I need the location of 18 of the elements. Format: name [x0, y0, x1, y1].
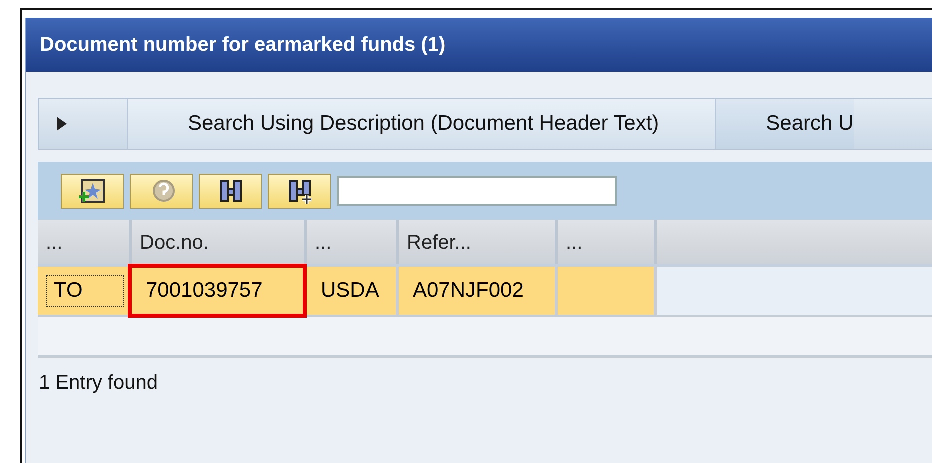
tab[interactable]: Search U — [715, 99, 854, 149]
table-row[interactable]: TO 7001039757 USDA A07NJF002 — [38, 267, 932, 317]
tab[interactable]: Search Using Description (Document Header Text) — [127, 99, 716, 149]
table-cell: USDA — [307, 267, 399, 315]
column-header[interactable]: Doc.no. — [132, 220, 307, 264]
window-title: Document number for earmarked funds (1) — [26, 18, 932, 72]
table-cell: A07NJF002 — [399, 267, 558, 315]
expand-arrow-icon[interactable] — [57, 117, 67, 131]
search-field[interactable] — [337, 176, 617, 206]
column-header[interactable]: ... — [307, 220, 399, 264]
column-header[interactable]: ... — [558, 220, 657, 264]
binoculars-plus-button[interactable] — [268, 174, 331, 208]
create-button[interactable] — [61, 174, 124, 208]
binoculars-button[interactable] — [199, 174, 262, 208]
help-button[interactable] — [130, 174, 193, 208]
column-header[interactable]: Refer... — [399, 220, 558, 264]
column-header[interactable]: ... — [38, 220, 132, 264]
status-text: 1 Entry found — [39, 372, 159, 395]
